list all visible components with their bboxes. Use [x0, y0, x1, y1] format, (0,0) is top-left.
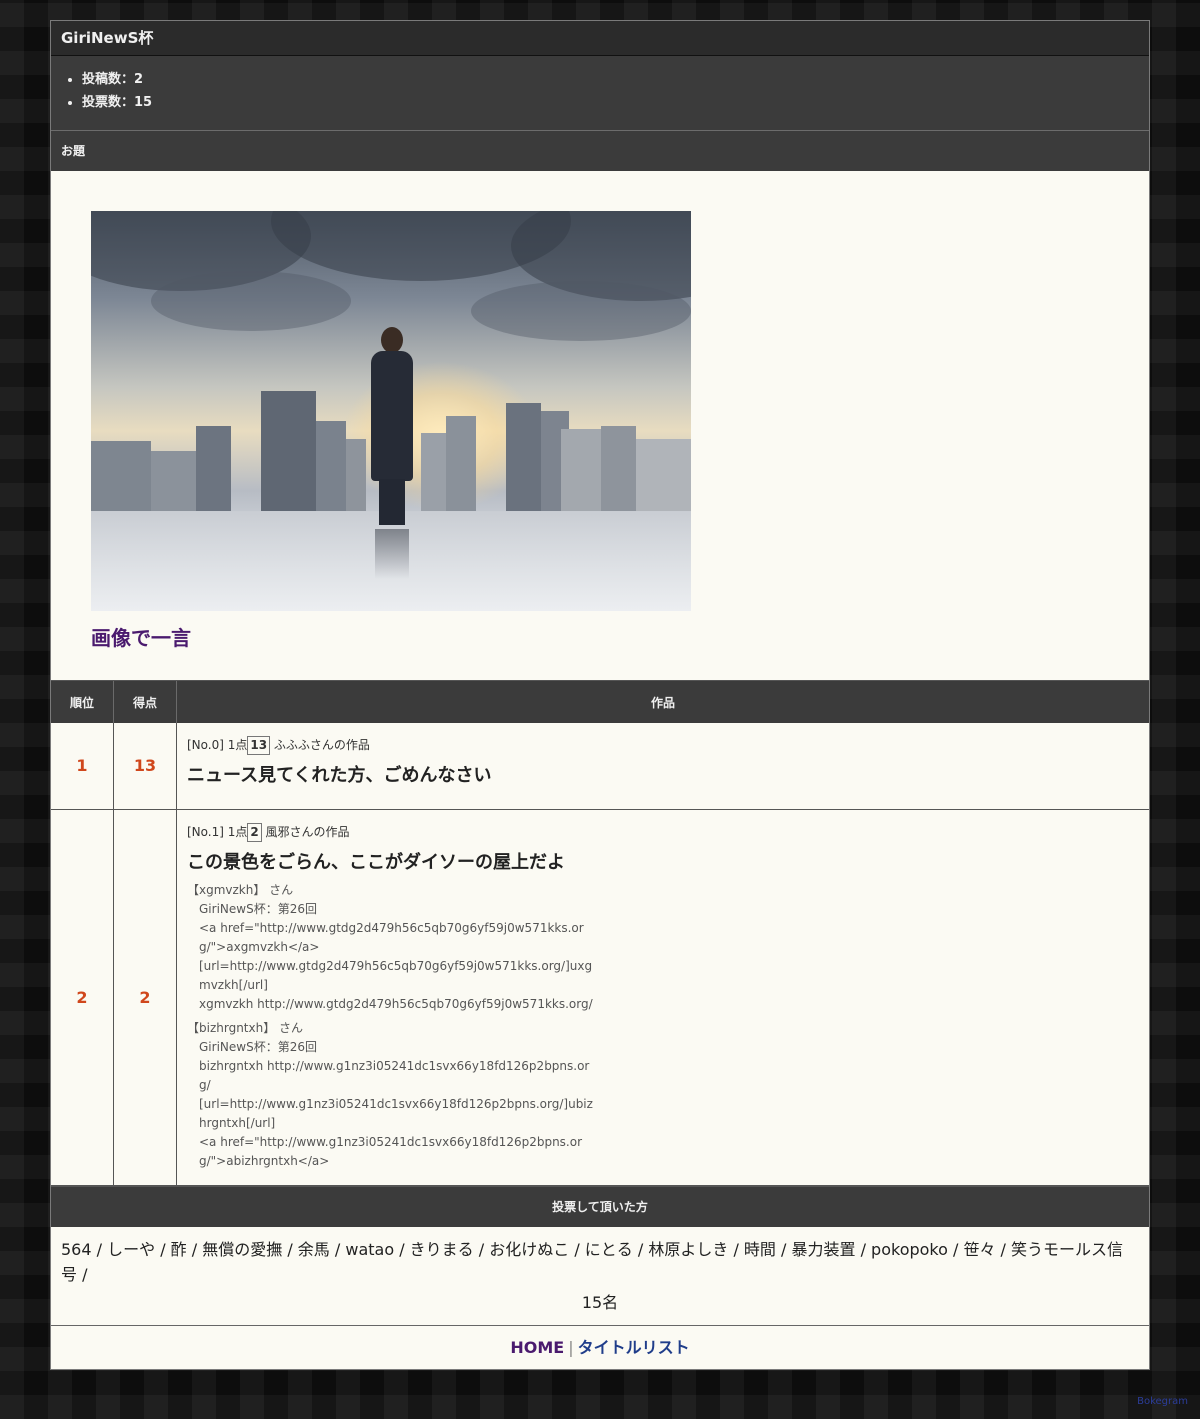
score-cell: 13 — [113, 723, 177, 810]
rank-cell: 2 — [51, 809, 114, 1186]
comment-line: bizhrgntxh http://www.g1nz3i05241dc1svx6… — [199, 1058, 590, 1092]
contest-panel: GiriNewS杯 投稿数：2 投票数：15 お題 — [50, 20, 1150, 1370]
footer-nav: HOME | タイトルリスト — [51, 1326, 1149, 1369]
work-title: ニュース見てくれた方、ごめんなさい — [187, 765, 492, 786]
header-rank: 順位 — [51, 681, 114, 723]
vote-count: 投票数：15 — [82, 91, 1149, 114]
voters-heading: 投票して頂いた方 — [51, 1185, 1149, 1227]
header-work: 作品 — [176, 681, 1149, 723]
work-cell: [No.1] 1点 2 風邪さんの作品 この景色をごらん、ここがダイソーの屋上だよ… — [176, 809, 1149, 1186]
work-author: 風邪さんの作品 — [261, 824, 350, 839]
points-badge[interactable]: 2 — [247, 822, 262, 842]
work-meta: [No.0] 1点 13 ふふふさんの作品 — [187, 735, 1139, 755]
comment-author: 【xgmvzkh】 さん — [187, 882, 294, 897]
comment-line: [url=http://www.g1nz3i05241dc1svx66y18fd… — [199, 1096, 593, 1130]
work-meta: [No.1] 1点 2 風邪さんの作品 — [187, 822, 1139, 842]
work-title: この景色をごらん、ここがダイソーの屋上だよ — [187, 851, 565, 873]
points-badge[interactable]: 13 — [247, 736, 271, 755]
post-count: 投稿数：2 — [82, 68, 1149, 91]
comment: 【xgmvzkh】 さん GiriNewS杯：第26回 <a href="htt… — [187, 881, 1139, 1014]
odai-section: 画像で一言 — [51, 171, 1149, 681]
comment-line: <a href="http://www.g1nz3i05241dc1svx66y… — [199, 1134, 583, 1168]
header-score: 得点 — [113, 681, 177, 723]
odai-image[interactable] — [91, 211, 691, 611]
comment-author: 【bizhrgntxh】 さん — [187, 1020, 304, 1035]
comment-line: <a href="http://www.gtdg2d479h56c5qb70g6… — [199, 920, 584, 954]
table-row: 2 2 [No.1] 1点 2 風邪さんの作品 この景色をごらん、ここがダイソーの… — [51, 809, 1149, 1186]
comment-line: GiriNewS杯：第26回 — [199, 901, 317, 916]
voters-count: 15名 — [581, 1292, 619, 1312]
odai-heading: お題 — [51, 131, 1149, 171]
odai-title-link[interactable]: 画像で一言 — [91, 622, 191, 651]
comment-line: GiriNewS杯：第26回 — [199, 1039, 317, 1054]
home-link[interactable]: HOME — [510, 1338, 564, 1357]
table-row: 1 13 [No.0] 1点 13 ふふふさんの作品 ニュース見てくれた方、ごめん… — [51, 723, 1149, 810]
comment: 【bizhrgntxh】 さん GiriNewS杯：第26回 bizhrgntx… — [187, 1019, 1139, 1171]
comment-line: xgmvzkh http://www.gtdg2d479h56c5qb70g6y… — [199, 996, 593, 1011]
rank-cell: 1 — [51, 723, 114, 810]
work-number: [No.0] 1点 — [187, 738, 248, 752]
comment-line: [url=http://www.gtdg2d479h56c5qb70g6yf59… — [199, 958, 593, 992]
voters-list: 564 / しーや / 酢 / 無償の愛撫 / 余馬 / watao / きりま… — [61, 1239, 1124, 1284]
work-author: ふふふさんの作品 — [270, 738, 370, 752]
work-number: [No.1] 1点 — [187, 824, 248, 839]
contest-title: GiriNewS杯 — [51, 21, 1149, 56]
voters-section: 564 / しーや / 酢 / 無償の愛撫 / 余馬 / watao / きりま… — [51, 1227, 1149, 1326]
score-cell: 2 — [113, 809, 177, 1186]
nav-separator: | — [568, 1337, 574, 1357]
credit-link[interactable]: Bokegram — [1137, 1396, 1188, 1407]
title-list-link[interactable]: タイトルリスト — [578, 1338, 690, 1357]
stats-box: 投稿数：2 投票数：15 — [51, 56, 1149, 131]
work-cell: [No.0] 1点 13 ふふふさんの作品 ニュース見てくれた方、ごめんなさい — [176, 723, 1149, 810]
ranking-table: 順位 得点 作品 1 13 [No.0] 1点 13 ふふふさんの作品 ニュース見… — [51, 681, 1149, 1186]
